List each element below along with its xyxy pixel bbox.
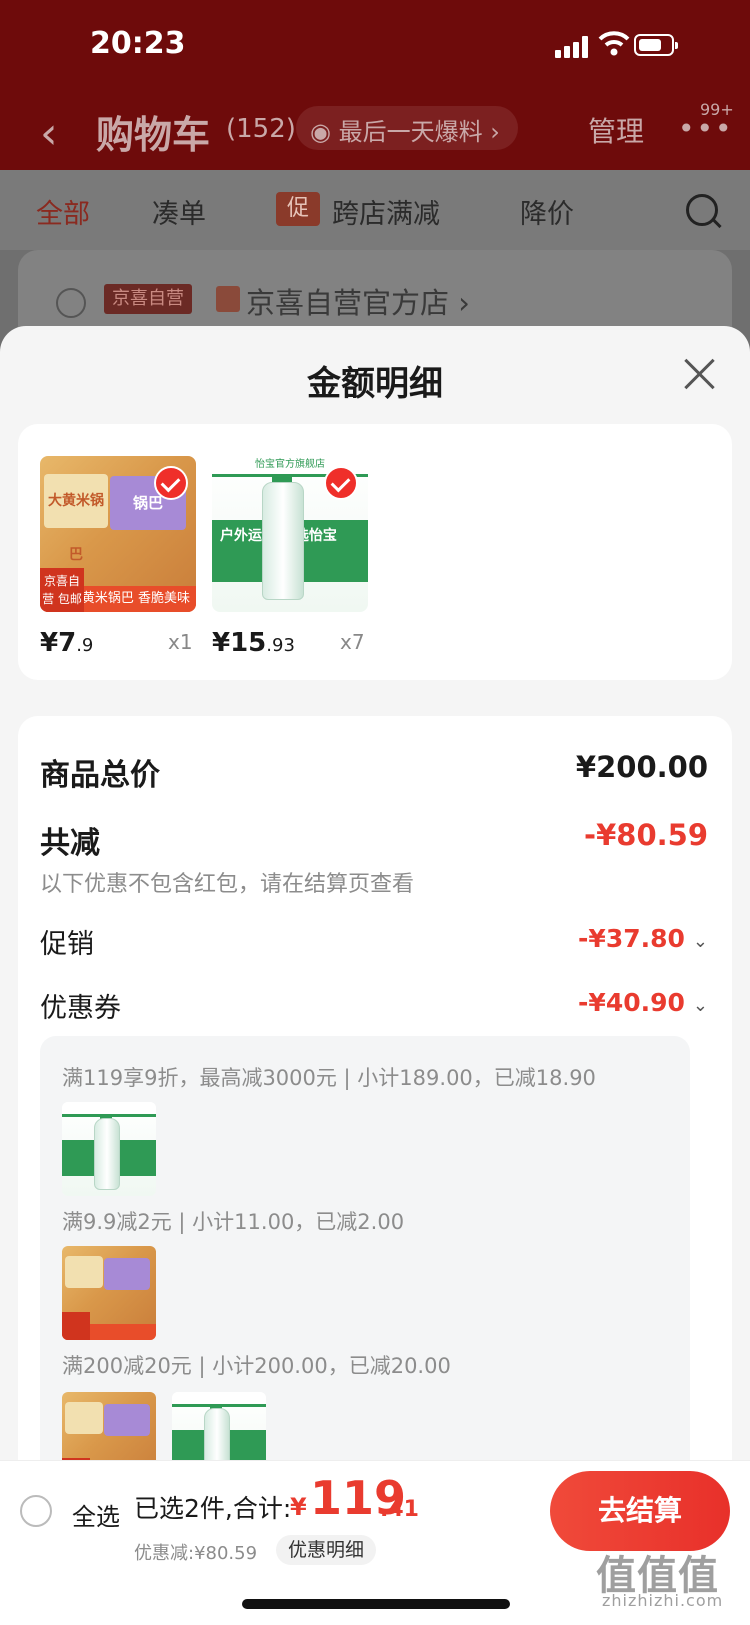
- status-time: 20:23: [90, 26, 186, 61]
- manage-button[interactable]: 管理: [588, 110, 644, 150]
- sheet-title: 金额明细: [307, 364, 443, 404]
- mini-product-water: [62, 1102, 156, 1196]
- promo-row[interactable]: -¥37.80 ⌄: [578, 924, 708, 953]
- search-icon[interactable]: [686, 194, 718, 226]
- promo-value: -¥37.80: [578, 924, 685, 953]
- total-value: ¥200.00: [575, 750, 708, 784]
- chevron-down-icon: ⌄: [692, 995, 708, 1016]
- coupon-rule: 满9.9减2元 | 小计11.00，已减2.00: [62, 1210, 405, 1234]
- checkout-bar: 全选 已选2件,合计: ¥ 119 .41 优惠减:¥80.59 优惠明细 去结…: [0, 1460, 750, 1625]
- coupon-row[interactable]: -¥40.90 ⌄: [578, 988, 708, 1017]
- tab-bundle[interactable]: 凑单: [152, 192, 206, 231]
- eye-icon: ◉: [310, 118, 339, 146]
- select-all-radio[interactable]: [20, 1495, 52, 1527]
- store-tag: 京喜自营: [104, 284, 192, 314]
- promo-pill[interactable]: ◉ 最后一天爆料 ›: [296, 106, 518, 150]
- coupon-rule: 满200减20元 | 小计200.00，已减20.00: [62, 1354, 451, 1378]
- mini-product-snack: [62, 1246, 156, 1340]
- page-title: 购物车: [96, 113, 211, 157]
- promo-pill-label: 最后一天爆料 ›: [338, 118, 500, 146]
- coupon-value: -¥40.90: [578, 988, 685, 1017]
- store-radio[interactable]: [56, 288, 86, 318]
- discount-detail-button[interactable]: 优惠明细: [276, 1535, 377, 1565]
- price-dec: .9: [76, 635, 94, 656]
- watermark-url: zhizhizhi.com: [602, 1591, 724, 1610]
- home-indicator[interactable]: [242, 1599, 510, 1609]
- filter-tabs: 全部 凑单 促 跨店满减 降价: [0, 170, 750, 250]
- cart-count: (152): [226, 114, 296, 144]
- store-icon: [216, 286, 240, 312]
- back-icon[interactable]: ‹: [40, 108, 58, 159]
- product-price: ¥7.9: [40, 628, 93, 658]
- signal-icon: [555, 36, 589, 58]
- promo-label: 促销: [40, 929, 94, 960]
- cart-header: ‹ 购物车 (152) ◉ 最后一天爆料 › 管理 ••• 99+: [0, 90, 750, 170]
- check-icon[interactable]: [324, 466, 358, 500]
- coupon-rule: 满119享9折，最高减3000元 | 小计189.00，已减18.90: [62, 1066, 596, 1090]
- wifi-icon: [598, 30, 630, 56]
- chevron-down-icon: ⌄: [692, 931, 708, 952]
- total-currency: ¥: [290, 1493, 307, 1521]
- price-int: ¥15: [212, 628, 267, 658]
- promo-tag: 促: [276, 192, 320, 226]
- product-qty: x7: [340, 630, 365, 654]
- tab-cross-store[interactable]: 跨店满减: [332, 192, 440, 231]
- store-name[interactable]: 京喜自营官方店 ›: [246, 280, 470, 322]
- product-image-text: 大黄米锅巴: [44, 474, 108, 563]
- total-decimal: .41: [380, 1497, 419, 1522]
- reduce-note: 以下优惠不包含红包，请在结算页查看: [40, 872, 415, 897]
- price-dec: .93: [266, 635, 295, 656]
- select-all-label[interactable]: 全选: [72, 1497, 120, 1532]
- total-label: 商品总价: [40, 758, 160, 793]
- tab-price-drop[interactable]: 降价: [520, 192, 574, 231]
- checkout-button[interactable]: 去结算: [550, 1471, 730, 1551]
- check-icon[interactable]: [154, 466, 188, 500]
- discount-text: 优惠减:¥80.59: [134, 1543, 258, 1564]
- message-badge: 99+: [700, 100, 734, 119]
- product-image-text: 京喜自营 包邮: [40, 568, 84, 612]
- product-price: ¥15.93: [212, 628, 295, 658]
- close-icon[interactable]: [680, 354, 720, 394]
- coupon-label: 优惠券: [40, 993, 121, 1024]
- product-qty: x1: [168, 630, 193, 654]
- price-int: ¥7: [40, 628, 77, 658]
- amount-detail-sheet: 金额明细 大黄米锅巴 锅巴 大黄米锅巴 香脆美味 京喜自营 包邮 ¥7.9 x1…: [0, 326, 750, 1624]
- selected-text: 已选2件,合计:: [134, 1494, 292, 1523]
- reduce-label: 共减: [40, 826, 100, 861]
- reduce-value: -¥80.59: [584, 818, 708, 852]
- tab-all[interactable]: 全部: [36, 192, 90, 231]
- product-strip: 大黄米锅巴 锅巴 大黄米锅巴 香脆美味 京喜自营 包邮 ¥7.9 x1 怡宝官方…: [18, 424, 732, 680]
- status-bar: 20:23: [0, 0, 750, 90]
- battery-icon: [634, 34, 678, 56]
